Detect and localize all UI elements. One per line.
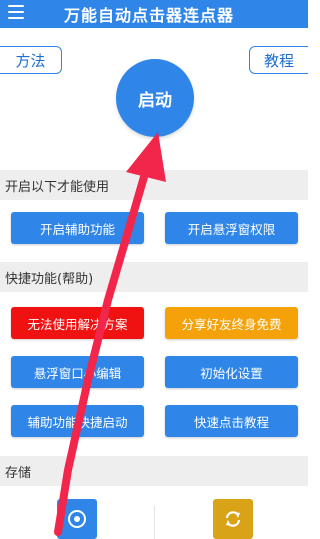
accessibility-quick-start-button[interactable]: 辅助功能快捷启动 [11, 405, 144, 437]
share-friends-button[interactable]: 分享好友终身免费 [165, 307, 298, 339]
section-header-permissions: 开启以下才能使用 [0, 170, 308, 200]
tutorial-button[interactable]: 教程 [249, 46, 308, 74]
quick-click-tutorial-button[interactable]: 快速点击教程 [165, 405, 298, 437]
hamburger-menu-icon[interactable] [8, 5, 24, 19]
start-button[interactable]: 启动 [116, 59, 194, 137]
cannot-use-solution-button[interactable]: 无法使用解决方案 [11, 307, 144, 339]
floating-window-editor-button[interactable]: 悬浮窗口小编辑 [11, 356, 144, 388]
section-header-storage: 存储 [0, 456, 308, 486]
sync-icon [225, 511, 241, 527]
target-circle-icon [68, 510, 86, 528]
init-settings-button[interactable]: 初始化设置 [165, 356, 298, 388]
enable-accessibility-button[interactable]: 开启辅助功能 [11, 212, 144, 244]
storage-sync-tile[interactable] [213, 499, 253, 539]
enable-floating-window-button[interactable]: 开启悬浮窗权限 [165, 212, 298, 244]
storage-target-tile[interactable] [57, 499, 97, 539]
top-app-bar: 万能自动点击器连点器 [0, 0, 308, 28]
app-title: 万能自动点击器连点器 [64, 6, 235, 25]
section-header-shortcuts: 快捷功能(帮助) [0, 262, 308, 292]
method-button[interactable]: 方法 [0, 46, 62, 74]
storage-divider [154, 506, 155, 539]
